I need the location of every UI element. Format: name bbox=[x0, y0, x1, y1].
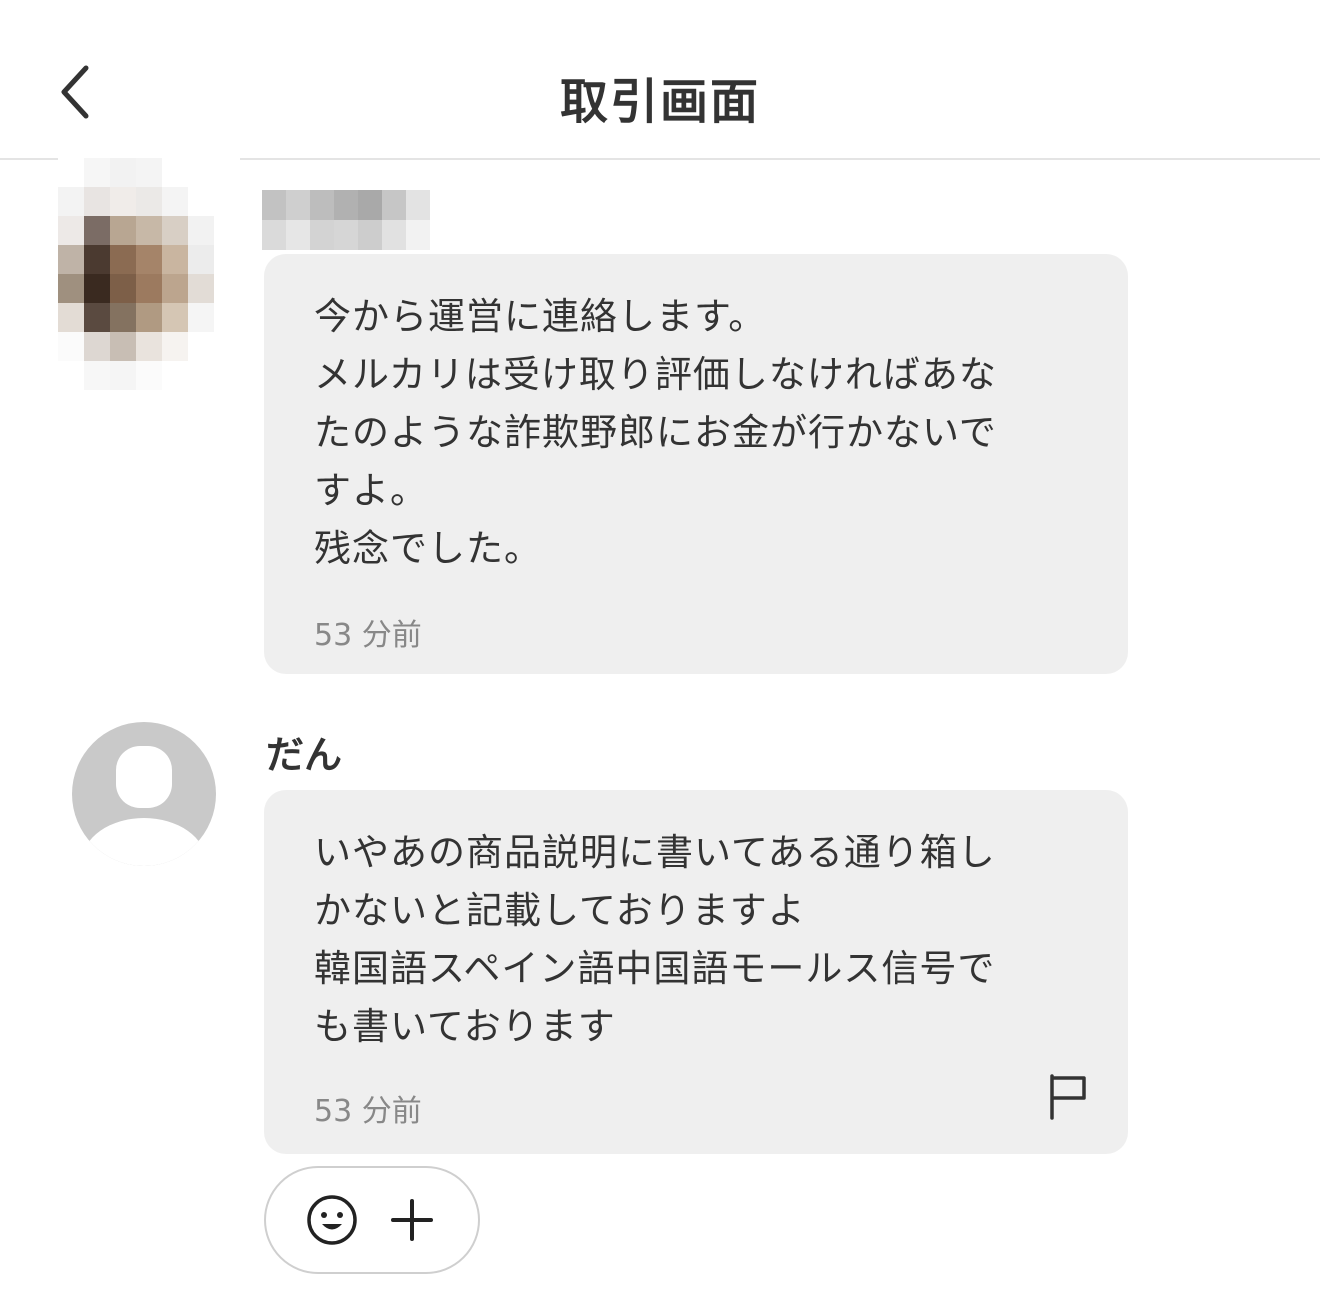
pixel-block bbox=[84, 158, 110, 187]
pixel-block bbox=[406, 190, 430, 220]
pixel-block bbox=[310, 190, 334, 220]
message-timestamp: 53 分前 bbox=[314, 618, 422, 653]
message-text: いやあの商品説明に書いてある通り箱し かないと記載しておりますよ 韓国語スペイン… bbox=[314, 831, 996, 1048]
pixel-block bbox=[188, 303, 214, 332]
pixel-block bbox=[110, 274, 136, 303]
pixel-block bbox=[136, 187, 162, 216]
message-timestamp: 53 分前 bbox=[314, 1094, 422, 1129]
flag-icon[interactable] bbox=[1046, 1072, 1090, 1120]
pixel-block bbox=[162, 158, 188, 187]
pixel-block bbox=[136, 361, 162, 390]
sender-name: だん bbox=[266, 733, 343, 777]
pixel-block bbox=[84, 245, 110, 274]
pixel-block bbox=[84, 361, 110, 390]
pixel-block bbox=[110, 245, 136, 274]
pixel-block bbox=[162, 187, 188, 216]
pixel-block bbox=[58, 332, 84, 361]
pixel-block bbox=[136, 216, 162, 245]
pixel-block bbox=[334, 190, 358, 220]
pixel-block bbox=[58, 158, 84, 187]
pixel-block bbox=[162, 303, 188, 332]
plus-icon bbox=[391, 1199, 433, 1241]
message-text: 今から運営に連絡します。 メルカリは受け取り評価しなければあな たのような詐欺野… bbox=[314, 295, 997, 570]
pixel-block bbox=[58, 303, 84, 332]
pixel-block bbox=[110, 158, 136, 187]
pixel-block bbox=[136, 274, 162, 303]
pixel-block bbox=[188, 216, 214, 245]
pixel-block bbox=[262, 190, 286, 220]
pixel-block bbox=[162, 245, 188, 274]
pixel-block bbox=[162, 216, 188, 245]
pixel-block bbox=[188, 187, 214, 216]
pixel-block bbox=[58, 361, 84, 390]
pixel-block bbox=[214, 274, 240, 303]
pixel-block bbox=[136, 332, 162, 361]
pixel-block bbox=[58, 187, 84, 216]
pixel-block bbox=[162, 332, 188, 361]
pixel-block bbox=[110, 216, 136, 245]
avatar[interactable] bbox=[72, 722, 216, 866]
pixel-block bbox=[84, 274, 110, 303]
pixel-block bbox=[358, 220, 382, 250]
pixel-block bbox=[358, 190, 382, 220]
pixel-block bbox=[382, 190, 406, 220]
sender-name-redacted bbox=[262, 190, 432, 250]
pixel-block bbox=[286, 190, 310, 220]
pixel-block bbox=[382, 220, 406, 250]
pixel-block bbox=[188, 332, 214, 361]
pixel-block bbox=[214, 361, 240, 390]
pixel-block bbox=[84, 216, 110, 245]
default-user-icon bbox=[82, 746, 206, 866]
pixel-block bbox=[136, 158, 162, 187]
pixel-block bbox=[286, 220, 310, 250]
pixel-block bbox=[84, 332, 110, 361]
pixel-block bbox=[58, 274, 84, 303]
pixel-block bbox=[188, 158, 214, 187]
pixel-block bbox=[58, 245, 84, 274]
pixel-block bbox=[214, 216, 240, 245]
pixel-block bbox=[188, 245, 214, 274]
add-reaction-button[interactable] bbox=[382, 1190, 442, 1250]
pixel-block bbox=[110, 332, 136, 361]
message-bubble: いやあの商品説明に書いてある通り箱し かないと記載しておりますよ 韓国語スペイン… bbox=[264, 790, 1128, 1154]
pixel-block bbox=[162, 274, 188, 303]
pixel-block bbox=[84, 187, 110, 216]
transaction-screen: 取引画面 今から運営に連絡します。 メルカリは受け取り評価しなければあな たのよ… bbox=[0, 0, 1320, 1298]
pixel-block bbox=[406, 220, 430, 250]
pixel-block bbox=[84, 303, 110, 332]
pixel-block bbox=[310, 220, 334, 250]
header-bar: 取引画面 bbox=[0, 0, 1320, 160]
pixel-block bbox=[214, 187, 240, 216]
pixel-block bbox=[214, 303, 240, 332]
pixel-block bbox=[136, 303, 162, 332]
smiley-icon bbox=[307, 1195, 357, 1245]
page-title: 取引画面 bbox=[559, 74, 760, 130]
pixel-block bbox=[110, 303, 136, 332]
pixel-block bbox=[262, 220, 286, 250]
pixel-block bbox=[214, 332, 240, 361]
emoji-reaction-button[interactable] bbox=[302, 1190, 362, 1250]
pixel-block bbox=[214, 245, 240, 274]
pixel-block bbox=[188, 361, 214, 390]
pixel-block bbox=[136, 245, 162, 274]
pixel-block bbox=[58, 216, 84, 245]
pixel-block bbox=[162, 361, 188, 390]
pixel-block bbox=[188, 274, 214, 303]
pixel-block bbox=[110, 361, 136, 390]
pixel-block bbox=[334, 220, 358, 250]
pixel-block bbox=[214, 158, 240, 187]
message-bubble: 今から運営に連絡します。 メルカリは受け取り評価しなければあな たのような詐欺野… bbox=[264, 254, 1128, 674]
reaction-bar bbox=[264, 1166, 480, 1274]
pixel-block bbox=[110, 187, 136, 216]
avatar[interactable] bbox=[58, 158, 240, 390]
